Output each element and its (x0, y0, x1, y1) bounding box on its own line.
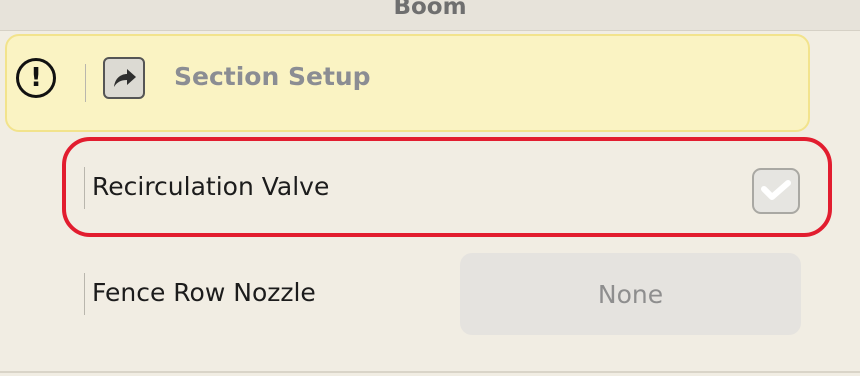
alert-circle-icon: ! (16, 58, 56, 98)
recirculation-valve-label: Recirculation Valve (92, 172, 330, 201)
fence-row-nozzle-value: None (597, 279, 664, 309)
section-title: Section Setup (174, 62, 371, 91)
fence-row-nozzle-label: Fence Row Nozzle (92, 278, 316, 307)
bottom-divider (0, 371, 860, 373)
alert-icon-glyph: ! (30, 63, 42, 93)
header-bar: Boom (0, 0, 860, 31)
page-title: Boom (393, 0, 467, 20)
check-icon (761, 180, 791, 200)
recirculation-valve-checkbox[interactable] (752, 168, 800, 214)
fence-row-nozzle-select[interactable]: None (460, 253, 801, 335)
divider (84, 273, 85, 315)
divider (85, 64, 86, 102)
section-setup-row[interactable]: ! Section Setup (5, 34, 810, 132)
divider (84, 167, 85, 209)
share-arrow-icon (114, 69, 136, 87)
share-button[interactable] (103, 57, 145, 99)
